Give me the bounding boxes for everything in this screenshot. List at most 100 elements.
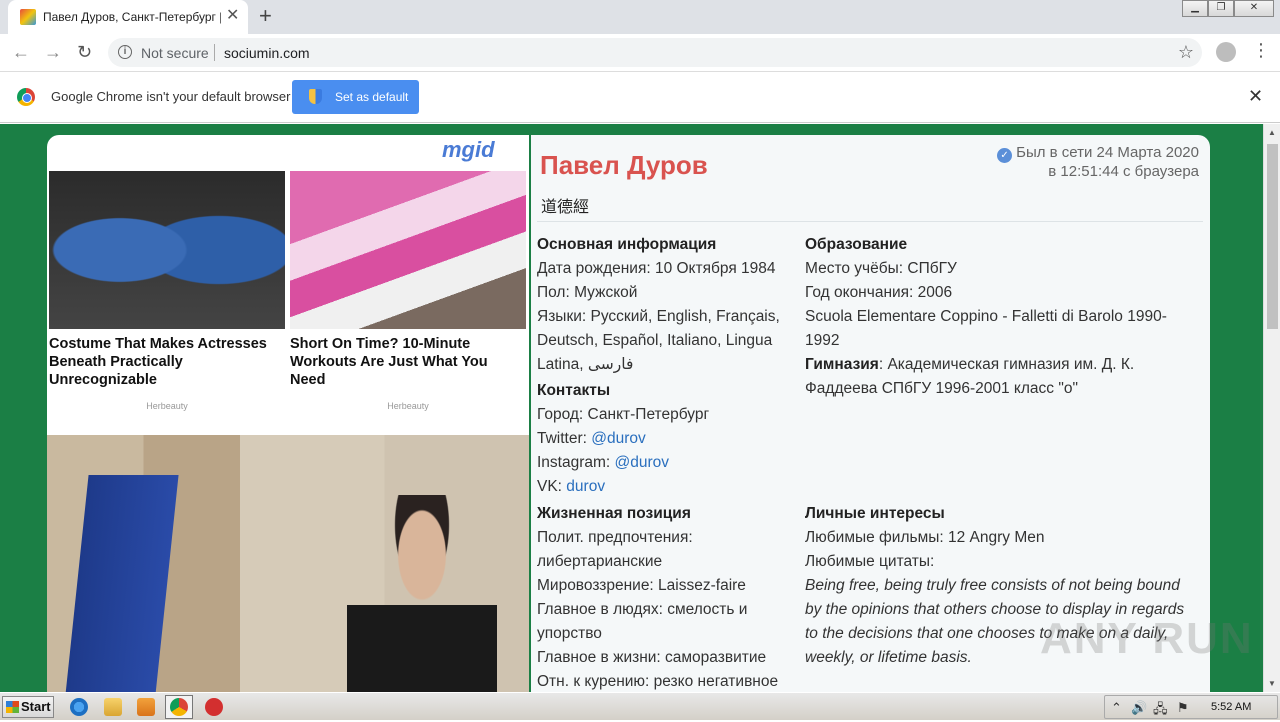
main-in-life: Главное в жизни: саморазвитие [537,649,767,666]
clock[interactable]: 5:52 AM [1211,701,1251,713]
scroll-thumb[interactable] [1267,144,1278,329]
tray-expand-icon[interactable]: ⌃ [1111,700,1122,716]
gender: Пол: Мужской [537,284,638,301]
gymnasium: Гимназия: Академическая гимназия им. Д. … [805,353,1195,401]
set-as-default-label: Set as default [335,90,409,104]
uac-shield-icon [309,89,322,104]
chrome-taskbar-button[interactable] [165,695,193,719]
politics: Полит. предпочтения: либертарианские [537,529,693,570]
info-icon[interactable]: i [118,45,132,59]
start-label: Start [21,699,51,714]
ad-source-1: Herbeauty [146,401,188,411]
contacts-title: Контакты [537,382,611,399]
city: Город: Санкт-Петербург [537,406,710,423]
page-scrollbar[interactable]: ▲ ▼ [1263,124,1280,692]
flag-image [65,475,179,692]
back-button[interactable]: ← [12,42,30,62]
profile-card: Павел Дуров ✓ Был в сети 24 Марта 2020 в … [531,135,1210,692]
worldview: Мировоззрение: Laissez-faire [537,577,746,594]
infobar-close-icon[interactable]: ✕ [1248,86,1263,107]
vk-label: VK: [537,478,567,495]
gymnasium-label: Гимназия [805,356,879,373]
last-seen-date: Был в сети 24 Марта 2020 [1016,144,1199,161]
scroll-down-icon[interactable]: ▼ [1268,679,1276,688]
basic-info-title: Основная информация [537,236,717,253]
ad-caption-2[interactable]: Short On Time? 10-Minute Workouts Are Ju… [290,335,520,389]
tab-strip: Павел Дуров, Санкт-Петербург | С ✕ + ▁ ❐… [0,0,1280,34]
infobar-message: Google Chrome isn't your default browser [51,89,291,104]
address-bar[interactable]: i Not secure sociumin.com ☆ [108,38,1202,67]
bookmark-star-icon[interactable]: ☆ [1178,42,1194,63]
vk-row: VK: durov [537,475,797,499]
favicon-icon [20,9,36,25]
ad-caption-1[interactable]: Costume That Makes Actresses Beneath Pra… [49,335,279,389]
chrome-logo-icon [17,88,35,106]
media-player-icon[interactable] [137,698,155,716]
graduation-year: Год окончания: 2006 [805,284,953,301]
maximize-button[interactable]: ❐ [1208,0,1234,17]
main-in-people: Главное в людях: смелость и упорство [537,601,748,642]
ie-icon[interactable] [70,698,88,716]
instagram-link[interactable]: @durov [615,454,670,471]
profile-status: 道德經 [541,199,590,216]
window-close-button[interactable]: ✕ [1234,0,1274,17]
smoking: Отн. к курению: резко негативное [537,673,779,690]
interests-title: Личные интересы [805,505,945,522]
vk-link[interactable]: durov [566,478,605,495]
education-title: Образование [805,236,908,253]
instagram-label: Instagram: [537,454,615,471]
tab-close-icon[interactable]: ✕ [226,8,239,24]
profile-photo[interactable] [47,435,529,692]
explorer-icon[interactable] [104,698,122,716]
profile-name: Павел Дуров [540,150,708,180]
favorite-movies: Любимые фильмы: 12 Angry Men [805,529,1045,546]
not-secure-label: Not secure [141,45,209,61]
browser-toolbar: ← → ↻ i Not secure sociumin.com ☆ ⋮ [0,34,1280,72]
new-tab-button[interactable]: + [259,5,272,27]
omnibox-divider [214,44,215,61]
ad-image-1[interactable] [49,171,285,329]
windows-taskbar: Start ⌃ 🔊 🖧 ⚑ 5:52 AM [0,692,1280,720]
chrome-menu-icon[interactable]: ⋮ [1252,40,1270,60]
education-section: Образование Место учёбы: СПбГУ Год оконч… [805,231,1195,401]
twitter-row: Twitter: @durov [537,427,797,451]
basic-info-section: Основная информация Дата рождения: 10 Ок… [537,231,797,499]
twitter-label: Twitter: [537,430,592,447]
quotes-label: Любимые цитаты: [805,553,935,570]
page-viewport: mgid Costume That Makes Actresses Beneat… [0,124,1280,692]
system-tray: ⌃ 🔊 🖧 ⚑ 5:52 AM [1104,695,1278,719]
forward-button[interactable]: → [44,42,62,62]
verified-check-icon: ✓ [997,148,1013,163]
mgid-logo[interactable]: mgid [442,137,495,163]
anyrun-watermark: ANY RUN [1040,614,1254,663]
chrome-taskbar-icon [170,698,188,716]
minimize-button[interactable]: ▁ [1182,0,1208,17]
network-icon[interactable]: 🖧 [1153,700,1168,722]
instagram-row: Instagram: @durov [537,451,797,475]
header-divider [537,221,1203,222]
reload-button[interactable]: ↻ [77,42,92,62]
scroll-up-icon[interactable]: ▲ [1268,128,1276,137]
last-seen: ✓ Был в сети 24 Марта 2020 в 12:51:44 с б… [997,144,1199,181]
url-text[interactable]: sociumin.com [224,45,310,61]
twitter-link[interactable]: @durov [591,430,646,447]
birth-date: Дата рождения: 10 Октября 1984 [537,260,776,277]
study-place: Место учёбы: СПбГУ [805,260,957,277]
last-seen-time: в 12:51:44 с браузера [1048,163,1199,180]
ad-image-2[interactable] [290,171,526,329]
ad-panel: mgid Costume That Makes Actresses Beneat… [47,135,529,692]
volume-icon[interactable]: 🔊 [1131,700,1147,716]
start-button[interactable]: Start [2,696,54,718]
stop-app-icon[interactable] [205,698,223,716]
school: Scuola Elementare Coppino - Falletti di … [805,308,1167,349]
action-center-flag-icon[interactable]: ⚑ [1177,700,1189,716]
ad-source-2: Herbeauty [387,401,429,411]
person-image [347,495,497,692]
life-position-section: Жизненная позиция Полит. предпочтения: л… [537,500,797,692]
browser-tab[interactable]: Павел Дуров, Санкт-Петербург | С ✕ [8,0,248,34]
life-position-title: Жизненная позиция [537,505,691,522]
set-as-default-button[interactable]: Set as default [292,80,419,114]
languages: Языки: Русский, English, Français, Deuts… [537,308,780,373]
profile-avatar-icon[interactable] [1216,42,1236,62]
tab-title: Павел Дуров, Санкт-Петербург | С [43,10,221,24]
